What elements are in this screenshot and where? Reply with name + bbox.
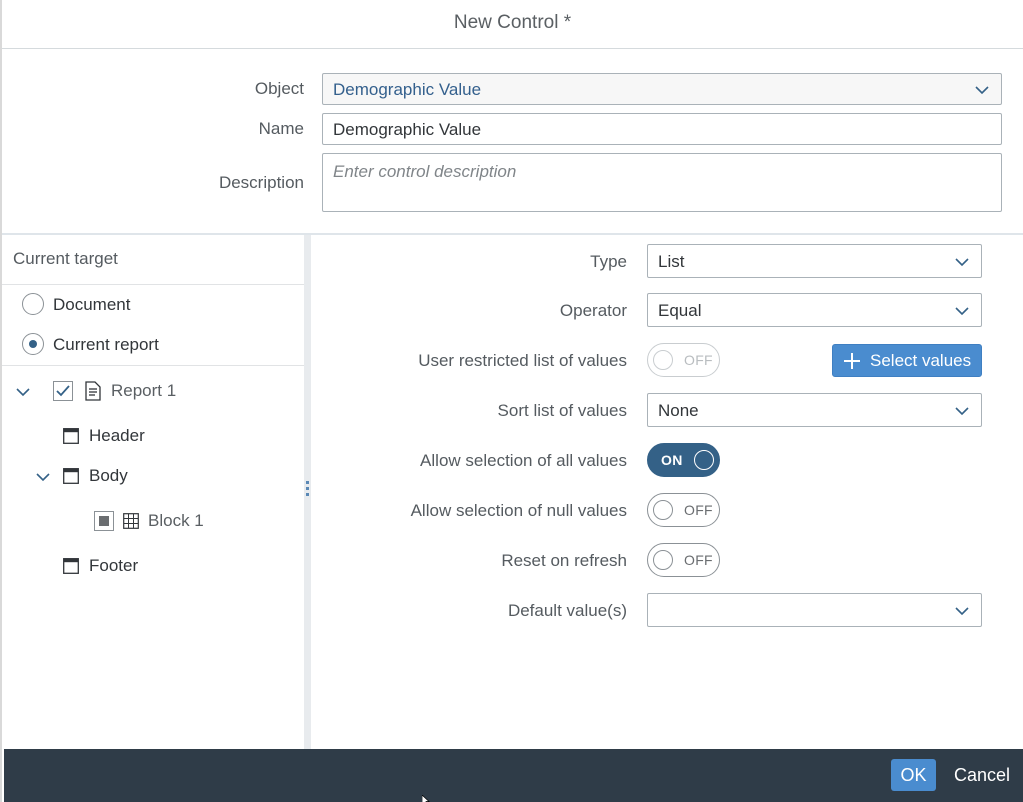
allow-all-state: ON	[661, 452, 683, 468]
operator-row: Operator Equal	[311, 293, 1023, 327]
operator-select[interactable]: Equal	[647, 293, 982, 327]
tree-item-footer[interactable]: Footer	[2, 546, 304, 586]
tree-item-block[interactable]: Block 1	[2, 501, 304, 541]
allow-null-row: Allow selection of null values OFF	[311, 493, 1023, 527]
switch-knob	[694, 450, 714, 470]
description-textarea[interactable]: Enter control description	[322, 153, 1002, 212]
allow-null-label: Allow selection of null values	[410, 501, 627, 520]
switch-knob	[653, 350, 673, 370]
radio-current-report[interactable]: Current report	[2, 325, 304, 365]
tree-header-label: Header	[89, 426, 145, 445]
object-select[interactable]: Demographic Value	[322, 73, 1002, 105]
target-separator	[2, 365, 304, 366]
type-row: Type List	[311, 244, 1023, 278]
radio-button-selected[interactable]	[22, 333, 44, 355]
allow-null-state: OFF	[684, 502, 713, 518]
dialog-header: New Control *	[2, 0, 1023, 49]
chevron-down-icon	[955, 255, 969, 269]
restricted-state: OFF	[684, 352, 713, 368]
switch-knob	[653, 550, 673, 570]
cancel-button[interactable]: Cancel	[948, 759, 1016, 791]
allow-all-switch[interactable]: ON	[647, 443, 720, 477]
object-row: Object Demographic Value	[2, 73, 1023, 105]
target-header-label: Current target	[13, 249, 118, 268]
default-select[interactable]	[647, 593, 982, 627]
type-value: List	[658, 252, 685, 271]
name-input[interactable]: Demographic Value	[322, 113, 1002, 145]
radio-document[interactable]: Document	[2, 285, 304, 325]
allow-all-row: Allow selection of all values ON	[311, 443, 1023, 477]
new-control-dialog: New Control * Object Demographic Value N…	[0, 0, 1023, 802]
reset-label: Reset on refresh	[501, 551, 627, 570]
radio-document-label: Document	[53, 295, 131, 314]
dialog-title: New Control *	[453, 12, 572, 33]
sort-select[interactable]: None	[647, 393, 982, 427]
reset-switch[interactable]: OFF	[647, 543, 720, 577]
description-row: Description Enter control description	[2, 153, 1023, 212]
splitter-grip-icon[interactable]	[306, 481, 309, 501]
reset-row: Reset on refresh OFF	[311, 543, 1023, 577]
radio-button[interactable]	[22, 293, 44, 315]
chevron-down-icon	[955, 304, 969, 318]
sort-label: Sort list of values	[497, 401, 627, 420]
tree-report-label: Report 1	[111, 381, 177, 400]
tree-item-header[interactable]: Header	[2, 416, 304, 456]
allow-null-switch[interactable]: OFF	[647, 493, 720, 527]
select-values-label: Select values	[870, 351, 972, 370]
tree-footer-label: Footer	[89, 556, 139, 575]
pane-splitter[interactable]	[304, 235, 311, 749]
type-label: Type	[590, 252, 627, 271]
name-value: Demographic Value	[333, 120, 482, 139]
tree-block-label: Block 1	[148, 511, 204, 530]
target-header: Current target	[2, 235, 304, 285]
switch-knob	[653, 500, 673, 520]
type-select[interactable]: List	[647, 244, 982, 278]
chevron-down-icon	[955, 404, 969, 418]
sort-value: None	[658, 401, 699, 420]
plus-icon	[843, 352, 861, 375]
tree-item-report[interactable]: Report 1	[2, 371, 304, 411]
description-placeholder: Enter control description	[333, 162, 517, 181]
table-icon	[123, 513, 139, 529]
section-icon	[63, 428, 79, 444]
report-document-icon	[85, 381, 101, 401]
mouse-cursor-icon	[421, 792, 430, 802]
allow-all-label: Allow selection of all values	[420, 451, 627, 470]
checkbox-partial-icon[interactable]	[94, 511, 114, 531]
sort-row: Sort list of values None	[311, 393, 1023, 427]
tree-body-label: Body	[89, 466, 128, 485]
default-row: Default value(s)	[311, 593, 1023, 627]
reset-state: OFF	[684, 552, 713, 568]
properties-pane: Type List Operator Equal User restricted…	[311, 235, 1023, 749]
object-label: Object	[254, 79, 304, 98]
object-value: Demographic Value	[333, 80, 482, 99]
chevron-down-icon	[975, 83, 989, 97]
restricted-switch[interactable]: OFF	[647, 343, 720, 377]
select-values-button[interactable]: Select values	[832, 344, 982, 377]
ok-button[interactable]: OK	[891, 759, 936, 791]
name-row: Name Demographic Value	[2, 113, 1023, 145]
name-label: Name	[258, 119, 304, 138]
chevron-down-icon[interactable]	[16, 385, 30, 399]
tree-item-body[interactable]: Body	[2, 456, 304, 496]
chevron-down-icon	[955, 604, 969, 618]
description-label: Description	[218, 173, 304, 192]
section-icon	[63, 468, 79, 484]
dialog-footer: OK Cancel	[4, 749, 1023, 802]
operator-value: Equal	[658, 301, 702, 320]
target-pane: Current target Document Current report R…	[2, 235, 304, 749]
radio-current-report-label: Current report	[53, 335, 159, 354]
default-label: Default value(s)	[507, 601, 627, 620]
section-icon	[63, 558, 79, 574]
operator-label: Operator	[559, 301, 627, 320]
restricted-label: User restricted list of values	[418, 351, 627, 370]
chevron-down-icon[interactable]	[36, 470, 50, 484]
checkbox-checked-icon[interactable]	[53, 381, 73, 401]
